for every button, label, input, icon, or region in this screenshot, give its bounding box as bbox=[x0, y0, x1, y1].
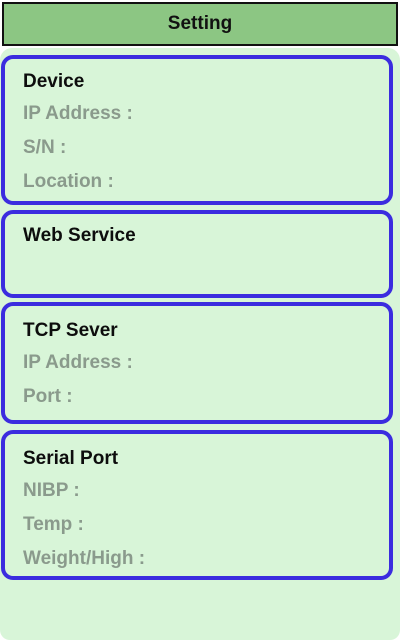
tcp-server-section-title: TCP Sever bbox=[23, 320, 118, 341]
device-serial-number-label: S/N : bbox=[23, 137, 67, 158]
serial-port-section-title: Serial Port bbox=[23, 448, 119, 469]
settings-screen: Setting Device IP Address : S/N : Locati… bbox=[0, 0, 400, 640]
web-service-section[interactable]: Web Service bbox=[1, 210, 393, 298]
tcp-ip-address-label: IP Address : bbox=[23, 352, 133, 373]
web-service-section-title: Web Service bbox=[23, 225, 136, 246]
header-bar: Setting bbox=[2, 2, 398, 46]
page-title: Setting bbox=[167, 13, 233, 34]
serial-weight-high-label: Weight/High : bbox=[23, 548, 146, 569]
serial-nibp-label: NIBP : bbox=[23, 480, 80, 501]
device-section-title: Device bbox=[23, 71, 85, 92]
device-location-label: Location : bbox=[23, 171, 114, 192]
serial-port-section[interactable]: Serial Port NIBP : Temp : Weight/High : bbox=[1, 430, 393, 580]
tcp-server-section[interactable]: TCP Sever IP Address : Port : bbox=[1, 302, 393, 424]
device-section[interactable]: Device IP Address : S/N : Location : bbox=[1, 55, 393, 205]
tcp-port-label: Port : bbox=[23, 386, 73, 407]
device-ip-address-label: IP Address : bbox=[23, 103, 133, 124]
serial-temp-label: Temp : bbox=[23, 514, 84, 535]
